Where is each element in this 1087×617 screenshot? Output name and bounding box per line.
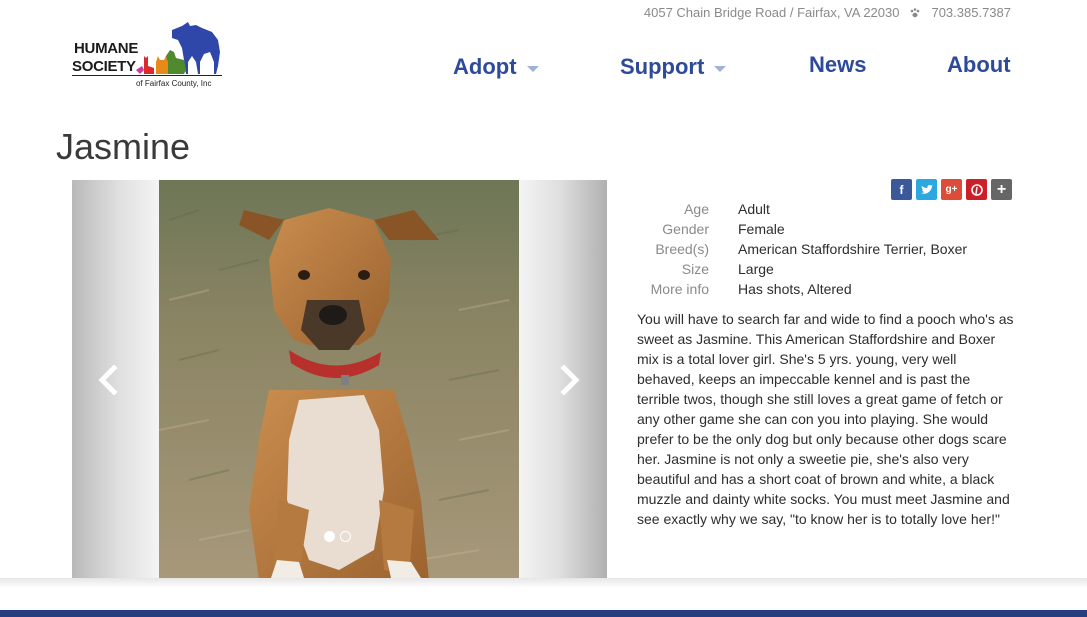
nav-about[interactable]: About (947, 52, 1011, 78)
nav-news-label: News (809, 52, 867, 77)
nav-adopt[interactable]: Adopt (453, 54, 539, 80)
detail-row-breed: Breed(s) American Staffordshire Terrier,… (637, 239, 967, 259)
detail-label: Size (681, 261, 709, 277)
google-plus-icon[interactable]: g+ (941, 179, 962, 200)
contact-bar: 4057 Chain Bridge Road / Fairfax, VA 220… (644, 5, 1011, 20)
pet-description: You will have to search far and wide to … (637, 311, 1014, 527)
carousel-indicators (324, 531, 351, 542)
share-buttons: f g+ + (891, 179, 1012, 200)
nav-adopt-label: Adopt (453, 54, 517, 79)
detail-value: Large (738, 261, 774, 277)
caret-down-icon (714, 65, 727, 72)
address-text: 4057 Chain Bridge Road / Fairfax, VA 220… (643, 5, 900, 20)
paw-icon (909, 7, 921, 19)
detail-row-more-info: More info Has shots, Altered (637, 279, 967, 299)
detail-label: Age (684, 201, 709, 217)
facebook-icon[interactable]: f (891, 179, 912, 200)
content-divider (0, 578, 1087, 588)
detail-row-age: Age Adult (637, 199, 967, 219)
detail-row-gender: Gender Female (637, 219, 967, 239)
nav-support-label: Support (620, 54, 705, 79)
detail-value: American Staffordshire Terrier, Boxer (738, 241, 968, 257)
nav-support[interactable]: Support (620, 54, 727, 80)
twitter-icon[interactable] (916, 179, 937, 200)
detail-row-size: Size Large (637, 259, 967, 279)
detail-value: Has shots, Altered (738, 281, 852, 297)
nav-news[interactable]: News (809, 52, 866, 78)
dog-photo (159, 180, 519, 580)
photo-carousel (72, 180, 607, 580)
pet-details: Age Adult Gender Female Breed(s) America… (637, 199, 967, 299)
detail-label: More info (650, 281, 709, 297)
caret-down-icon (526, 65, 539, 72)
detail-label: Breed(s) (655, 241, 709, 257)
detail-value: Female (738, 221, 785, 237)
page-title: Jasmine (56, 126, 191, 167)
more-share-icon[interactable]: + (991, 179, 1012, 200)
main-nav: Adopt Support News About (0, 52, 1087, 84)
carousel-dot-1[interactable] (324, 531, 335, 542)
detail-value: Adult (738, 201, 770, 217)
prev-arrow-icon[interactable] (96, 364, 122, 396)
next-arrow-icon[interactable] (556, 364, 582, 396)
pinterest-icon[interactable] (966, 179, 987, 200)
carousel-dot-2[interactable] (340, 531, 351, 542)
footer-bar (0, 610, 1087, 617)
detail-label: Gender (662, 221, 709, 237)
phone-text[interactable]: 703.385.7387 (931, 5, 1011, 20)
nav-about-label: About (947, 52, 1011, 77)
